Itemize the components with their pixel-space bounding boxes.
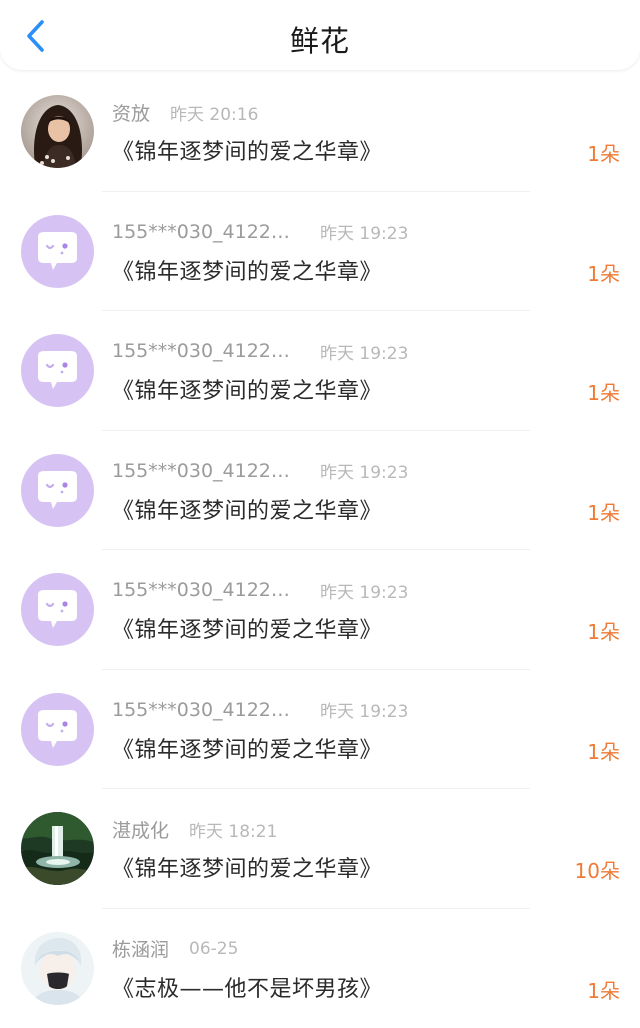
item-meta: 155***030_41221... 昨天 19:23	[112, 339, 408, 363]
sender-name: 湛成化	[112, 816, 169, 843]
list-item[interactable]: 155***030_41221... 昨天 19:23 《锦年逐梦间的爱之华章》…	[0, 192, 640, 312]
flower-count: 1朵	[587, 975, 620, 1004]
book-title: 《锦年逐梦间的爱之华章》	[112, 254, 382, 286]
list-item[interactable]: 155***030_41221... 昨天 19:23 《锦年逐梦间的爱之华章》…	[0, 431, 640, 551]
book-title: 《锦年逐梦间的爱之华章》	[112, 612, 382, 644]
sender-name: 155***030_41221...	[112, 699, 295, 721]
book-title: 《锦年逐梦间的爱之华章》	[112, 851, 382, 883]
flower-count: 10朵	[575, 855, 620, 884]
list-item[interactable]: 栋涵润 06-25 《志极——他不是坏男孩》 1朵	[0, 909, 640, 1028]
avatar[interactable]	[21, 932, 94, 1005]
list-item[interactable]: 湛成化 昨天 18:21 《锦年逐梦间的爱之华章》 10朵	[0, 789, 640, 909]
sender-name: 栋涵润	[112, 935, 169, 962]
avatar[interactable]	[21, 693, 94, 766]
sender-name: 155***030_41221...	[112, 340, 295, 362]
book-title: 《锦年逐梦间的爱之华章》	[112, 373, 382, 405]
flower-count: 1朵	[587, 616, 620, 645]
avatar[interactable]	[21, 573, 94, 646]
item-meta: 155***030_41221... 昨天 19:23	[112, 578, 408, 602]
timestamp: 昨天 19:23	[320, 578, 408, 603]
sender-name: 155***030_41221...	[112, 221, 295, 243]
avatar[interactable]	[21, 454, 94, 527]
timestamp: 昨天 19:23	[320, 339, 408, 364]
header-bar: 鲜花	[0, 0, 640, 70]
sender-name: 资放	[112, 99, 150, 126]
chat-bubble-icon	[21, 573, 94, 646]
item-meta: 湛成化 昨天 18:21	[112, 817, 277, 841]
timestamp: 06-25	[189, 939, 238, 959]
timestamp: 昨天 18:21	[189, 817, 277, 842]
item-meta: 155***030_41221... 昨天 19:23	[112, 220, 408, 244]
sender-name: 155***030_41221...	[112, 579, 295, 601]
list-item[interactable]: 155***030_41221... 昨天 19:23 《锦年逐梦间的爱之华章》…	[0, 670, 640, 790]
timestamp: 昨天 19:23	[320, 458, 408, 483]
item-meta: 栋涵润 06-25	[112, 937, 238, 961]
list-item[interactable]: 155***030_41221... 昨天 19:23 《锦年逐梦间的爱之华章》…	[0, 311, 640, 431]
book-title: 《锦年逐梦间的爱之华章》	[112, 732, 382, 764]
list-item[interactable]: 155***030_41221... 昨天 19:23 《锦年逐梦间的爱之华章》…	[0, 550, 640, 670]
flower-count: 1朵	[587, 258, 620, 287]
chat-bubble-icon	[21, 215, 94, 288]
flower-list: 资放 昨天 20:16 《锦年逐梦间的爱之华章》 1朵 155***030_41…	[0, 72, 640, 1028]
avatar[interactable]	[21, 334, 94, 407]
flower-count: 1朵	[587, 377, 620, 406]
page-title: 鲜花	[0, 18, 640, 60]
book-title: 《志极——他不是坏男孩》	[112, 971, 382, 1003]
item-meta: 资放 昨天 20:16	[112, 100, 258, 124]
avatar[interactable]	[21, 215, 94, 288]
timestamp: 昨天 19:23	[320, 697, 408, 722]
flower-count: 1朵	[587, 736, 620, 765]
avatar[interactable]	[21, 95, 94, 168]
item-meta: 155***030_41221... 昨天 19:23	[112, 698, 408, 722]
book-title: 《锦年逐梦间的爱之华章》	[112, 493, 382, 525]
timestamp: 昨天 19:23	[320, 219, 408, 244]
flower-count: 1朵	[587, 138, 620, 167]
sender-name: 155***030_41221...	[112, 460, 295, 482]
book-title: 《锦年逐梦间的爱之华章》	[112, 134, 382, 166]
list-item[interactable]: 资放 昨天 20:16 《锦年逐梦间的爱之华章》 1朵	[0, 72, 640, 192]
flower-count: 1朵	[587, 497, 620, 526]
chat-bubble-icon	[21, 334, 94, 407]
chat-bubble-icon	[21, 454, 94, 527]
avatar[interactable]	[21, 812, 94, 885]
timestamp: 昨天 20:16	[170, 100, 258, 125]
chat-bubble-icon	[21, 693, 94, 766]
item-meta: 155***030_41221... 昨天 19:23	[112, 459, 408, 483]
